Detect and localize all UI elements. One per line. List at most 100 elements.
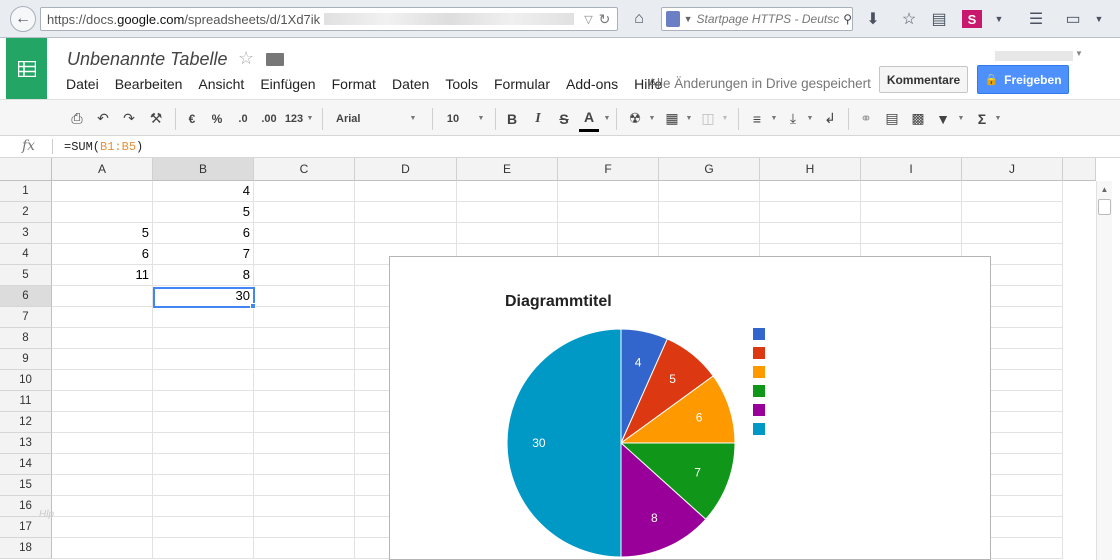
row-header-11[interactable]: 11 xyxy=(0,391,52,412)
url-dropdown-icon[interactable]: ▽ xyxy=(584,13,592,26)
scroll-up-arrow-icon[interactable]: ▲ xyxy=(1097,182,1112,197)
column-header-h[interactable]: H xyxy=(760,158,861,181)
cell-i1[interactable] xyxy=(861,181,962,202)
cell-c7[interactable] xyxy=(254,307,355,328)
select-all-corner[interactable] xyxy=(0,158,52,181)
redo-icon[interactable]: ↷ xyxy=(118,100,140,137)
column-header-j[interactable]: J xyxy=(962,158,1063,181)
menu-daten[interactable]: Daten xyxy=(392,76,437,92)
text-color-dropdown-icon[interactable]: ▼ xyxy=(602,100,612,137)
cell-a18[interactable] xyxy=(52,538,153,559)
cell-c14[interactable] xyxy=(254,454,355,475)
legend-swatch-1[interactable] xyxy=(753,328,765,340)
cell-h1[interactable] xyxy=(760,181,861,202)
cell-f3[interactable] xyxy=(558,223,659,244)
cell-b12[interactable] xyxy=(153,412,254,433)
search-bar[interactable]: ▼ Startpage HTTPS - Deutsc ⚲ xyxy=(661,7,853,31)
row-header-5[interactable]: 5 xyxy=(0,265,52,286)
cell-b6[interactable]: 30 xyxy=(153,286,254,307)
column-header-d[interactable]: D xyxy=(355,158,457,181)
column-header-f[interactable]: F xyxy=(558,158,659,181)
cell-e1[interactable] xyxy=(457,181,558,202)
cell-f2[interactable] xyxy=(558,202,659,223)
more-formats-dropdown-icon[interactable]: ▼ xyxy=(305,100,315,137)
cell-b14[interactable] xyxy=(153,454,254,475)
cell-a3[interactable]: 5 xyxy=(52,223,153,244)
legend-swatch-2[interactable] xyxy=(753,347,765,359)
cell-b10[interactable] xyxy=(153,370,254,391)
search-engine-icon[interactable] xyxy=(666,11,680,27)
cell-h2[interactable] xyxy=(760,202,861,223)
fill-handle[interactable] xyxy=(250,303,256,309)
text-color-button[interactable]: A xyxy=(579,104,599,132)
cell-b15[interactable] xyxy=(153,475,254,496)
magnifier-icon[interactable]: ⚲ xyxy=(843,12,852,26)
column-header-g[interactable]: G xyxy=(659,158,760,181)
font-size-select[interactable]: 10 xyxy=(446,100,460,137)
currency-format-button[interactable]: € xyxy=(182,100,202,137)
cell-b11[interactable] xyxy=(153,391,254,412)
borders-dropdown-icon[interactable]: ▼ xyxy=(684,100,694,137)
cell-c5[interactable] xyxy=(254,265,355,286)
vertical-scrollbar[interactable]: ▲ xyxy=(1096,181,1112,560)
cell-a5[interactable]: 11 xyxy=(52,265,153,286)
text-wrap-icon[interactable]: ↲ xyxy=(819,100,841,137)
valign-dropdown-icon[interactable]: ▼ xyxy=(805,100,815,137)
row-header-15[interactable]: 15 xyxy=(0,475,52,496)
merge-cells-icon[interactable]: ◫ xyxy=(697,100,719,137)
cell-c10[interactable] xyxy=(254,370,355,391)
vertical-align-icon[interactable]: ⤓ xyxy=(782,100,804,137)
row-header-7[interactable]: 7 xyxy=(0,307,52,328)
screen-icon[interactable]: ▭ xyxy=(1062,8,1084,30)
cell-c17[interactable] xyxy=(254,517,355,538)
row-header-13[interactable]: 13 xyxy=(0,433,52,454)
formula-input[interactable]: =SUM(B1:B5) xyxy=(64,140,143,154)
row-header-1[interactable]: 1 xyxy=(0,181,52,202)
pie-chart[interactable]: Diagrammtitel 4 5 6 7 8 30 xyxy=(389,256,991,560)
more-formats-button[interactable]: 123 xyxy=(283,100,305,137)
search-engine-dropdown-icon[interactable]: ▼ xyxy=(684,14,693,24)
column-header-e[interactable]: E xyxy=(457,158,558,181)
cell-c18[interactable] xyxy=(254,538,355,559)
cell-a4[interactable]: 6 xyxy=(52,244,153,265)
cell-a15[interactable] xyxy=(52,475,153,496)
undo-icon[interactable]: ↶ xyxy=(92,100,114,137)
row-header-2[interactable]: 2 xyxy=(0,202,52,223)
column-header-b[interactable]: B xyxy=(153,158,254,181)
legend-swatch-5[interactable] xyxy=(753,404,765,416)
cell-b1[interactable]: 4 xyxy=(153,181,254,202)
filter-icon[interactable]: ▼ xyxy=(932,100,954,137)
cell-j1[interactable] xyxy=(962,181,1063,202)
functions-dropdown-icon[interactable]: ▼ xyxy=(993,100,1003,137)
cell-h3[interactable] xyxy=(760,223,861,244)
percent-format-button[interactable]: % xyxy=(207,100,227,137)
legend-swatch-4[interactable] xyxy=(753,385,765,397)
cell-b8[interactable] xyxy=(153,328,254,349)
cell-a16[interactable] xyxy=(52,496,153,517)
download-icon[interactable]: ⬇ xyxy=(862,8,884,30)
cell-b9[interactable] xyxy=(153,349,254,370)
link-icon[interactable]: ⚭ xyxy=(855,100,877,137)
cell-c15[interactable] xyxy=(254,475,355,496)
comment-icon[interactable]: ▤ xyxy=(881,100,903,137)
italic-button[interactable]: I xyxy=(528,100,548,137)
document-title[interactable]: Unbenannte Tabelle xyxy=(67,49,227,70)
cell-b3[interactable]: 6 xyxy=(153,223,254,244)
row-header-12[interactable]: 12 xyxy=(0,412,52,433)
sheets-logo-icon[interactable] xyxy=(6,38,47,99)
cell-a1[interactable] xyxy=(52,181,153,202)
cell-a11[interactable] xyxy=(52,391,153,412)
cell-c6[interactable] xyxy=(254,286,355,307)
menu-einfuegen[interactable]: Einfügen xyxy=(260,76,323,92)
cell-a7[interactable] xyxy=(52,307,153,328)
cell-i2[interactable] xyxy=(861,202,962,223)
paint-format-icon[interactable]: ⚒ xyxy=(145,100,167,137)
halign-dropdown-icon[interactable]: ▼ xyxy=(769,100,779,137)
menu-ansicht[interactable]: Ansicht xyxy=(198,76,252,92)
cell-g2[interactable] xyxy=(659,202,760,223)
bold-button[interactable]: B xyxy=(502,100,522,137)
cell-a12[interactable] xyxy=(52,412,153,433)
row-header-14[interactable]: 14 xyxy=(0,454,52,475)
cell-a2[interactable] xyxy=(52,202,153,223)
cell-d1[interactable] xyxy=(355,181,457,202)
